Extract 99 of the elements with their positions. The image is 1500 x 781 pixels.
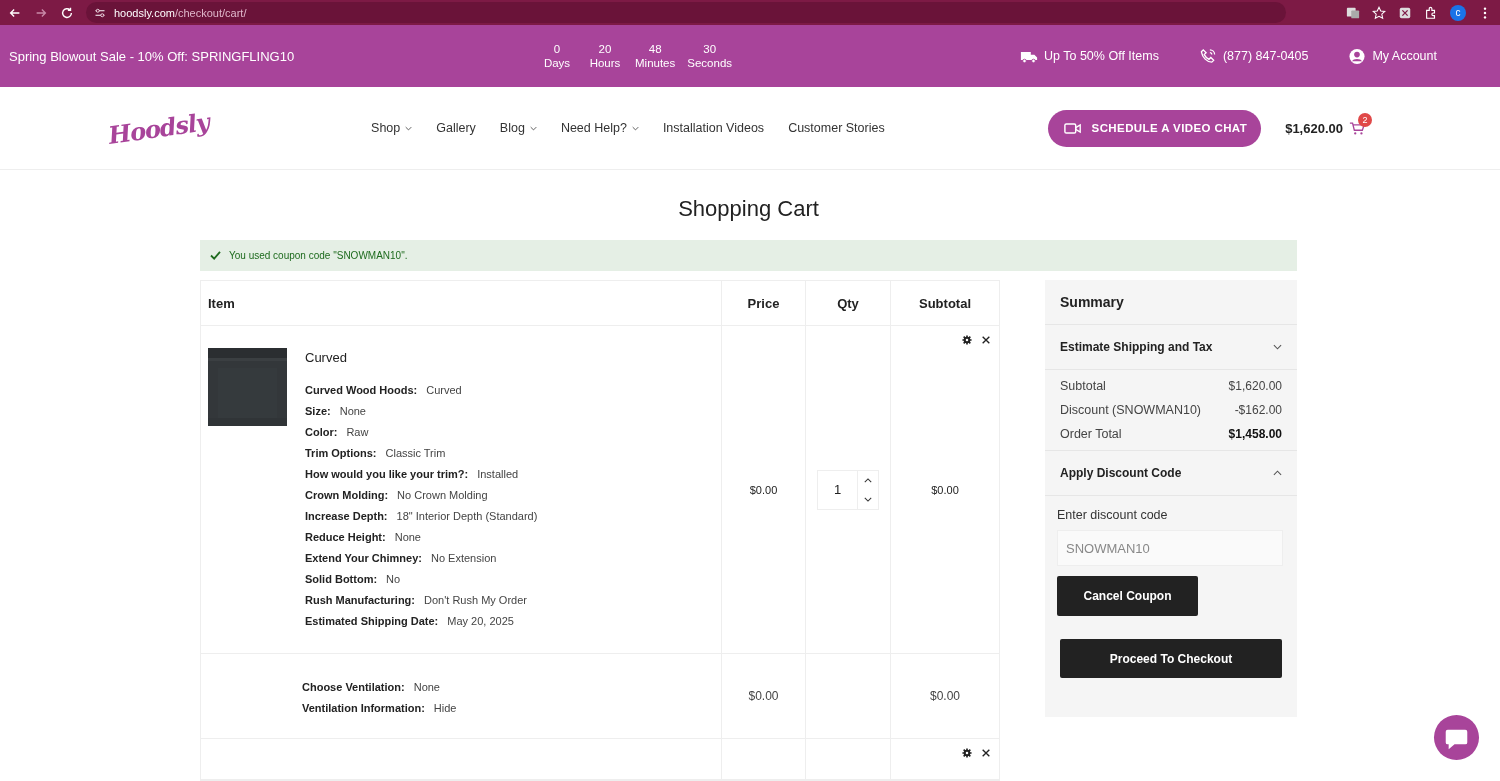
chat-bubble-icon[interactable] [1433,714,1480,761]
option-label: How would you like your trim?: [305,467,469,480]
site-settings-icon[interactable] [94,6,106,19]
column-header: Subtotal [918,294,972,313]
promo-link[interactable]: Up To 50% Off Items [1020,47,1159,65]
checkout-button[interactable]: Proceed To Checkout [1060,639,1282,678]
option-value: Installed [477,467,519,480]
countdown-value: 30 [703,43,717,55]
nav-link[interactable]: Shop [371,121,413,135]
quantity-field[interactable]: 1 [817,469,879,510]
nav-link[interactable]: Need Help? [560,121,639,135]
promo-link[interactable]: (877) 847-0405 [1198,47,1309,65]
shipping-accordion[interactable]: Estimate Shipping and Tax [1045,325,1297,370]
option-value: No [386,572,401,585]
option-value: No Extension [430,551,497,564]
url-path: /checkout/cart/ [174,6,247,19]
summary-value: -$162.00 [1234,403,1282,417]
cart-count-badge: 2 [1358,112,1372,127]
cancel-coupon-button[interactable]: Cancel Coupon [1057,576,1198,616]
checkmark-icon [210,251,221,260]
option-label: Estimated Shipping Date: [305,614,439,627]
close-icon[interactable] [981,748,991,758]
option-label: Rush Manufacturing: [305,593,415,606]
summary-title: Summary [1045,280,1297,325]
page-title: Shopping Cart [677,196,820,223]
option-value: Classic Trim [385,446,446,459]
option-value: None [339,404,366,417]
subtotal-cell: $0.00 [931,483,959,496]
discount-code-field[interactable]: SNOWMAN10 [1057,530,1283,566]
phone-icon [1198,47,1217,65]
chevron-icon [1273,470,1282,476]
logo[interactable]: Hoodsly [106,106,211,150]
nav-link[interactable]: Gallery [436,121,476,135]
option-label: Solid Bottom: [305,572,378,585]
chevron-icon [1273,344,1282,350]
countdown-unit: Seconds [687,57,733,69]
option-label: Increase Depth: [305,509,388,522]
option-label: Trim Options: [305,446,377,459]
countdown-unit: Minutes [635,57,676,69]
nav-link[interactable]: Customer Stories [788,121,885,135]
extension-icon[interactable] [1398,5,1412,20]
option-value: Don't Rush My Order [424,593,527,606]
option-label: Choose Ventilation: [302,680,405,693]
price-cell: $0.00 [748,689,779,703]
address-bar[interactable]: hoodsly.com/checkout/cart/ [86,2,1286,23]
price-cell: $0.00 [749,483,778,496]
summary-label: Discount (SNOWMAN10) [1060,403,1201,417]
decrement-icon[interactable] [864,496,872,502]
countdown-unit: Hours [589,57,621,69]
discount-accordion[interactable]: Apply Discount Code [1045,451,1297,496]
promo-link[interactable]: My Account [1348,47,1437,65]
nav-link[interactable]: Installation Videos [662,121,765,135]
countdown-unit: Days [543,57,571,69]
translate-icon[interactable] [1346,5,1360,20]
puzzle-icon[interactable] [1424,5,1438,20]
option-label: Crown Molding: [305,488,389,501]
cart-icon[interactable] [1349,120,1365,136]
schedule-video-chat-button[interactable]: SCHEDULE A VIDEO CHAT [1047,109,1262,147]
countdown-value: 20 [598,43,612,55]
option-value: May 20, 2025 [447,614,514,627]
field-label: Enter discount code [1057,508,1169,522]
option-label: Curved Wood Hoods: [305,383,418,396]
option-value: None [394,530,421,543]
video-camera-icon [1063,121,1082,135]
option-label: Size: [305,404,331,417]
settings-icon[interactable] [962,335,972,345]
sale-text: Spring Blowout Sale - 10% Off: SPRINGFLING10 [9,48,296,64]
settings-icon[interactable] [962,748,972,758]
nav-link[interactable]: Blog [499,121,537,135]
reload-icon[interactable] [60,5,74,20]
option-value: Raw [346,425,369,438]
option-value: Hide [433,701,457,714]
summary-value: $1,458.00 [1228,427,1282,441]
option-label: Ventilation Information: [302,701,425,714]
summary-value: $1,620.00 [1228,379,1282,393]
option-value: Curved [426,383,462,396]
countdown-value: 48 [648,43,662,55]
url-host: hoodsly.com [114,6,175,19]
account-icon [1348,47,1367,65]
option-label: Extend Your Chimney: [305,551,422,564]
increment-icon[interactable] [864,477,872,483]
countdown-value: 0 [553,43,561,55]
cart-total[interactable]: $1,620.00 [1285,120,1343,136]
option-label: Color: [305,425,338,438]
star-icon[interactable] [1372,5,1386,20]
profile-avatar[interactable]: c [1450,4,1466,21]
column-header: Item [201,281,722,325]
option-value: 18" Interior Depth (Standard) [396,509,538,522]
column-header: Price [722,281,806,325]
notice-text: You used coupon code "SNOWMAN10". [229,250,408,261]
subtotal-cell: $0.00 [930,689,960,703]
option-label: Reduce Height: [305,530,386,543]
summary-label: Subtotal [1060,379,1106,393]
option-value: None [413,680,440,693]
product-name[interactable]: Curved [305,350,538,365]
summary-label: Order Total [1060,427,1122,441]
option-value: No Crown Molding [397,488,488,501]
close-icon[interactable] [981,335,991,345]
column-header: Qty [806,281,891,325]
